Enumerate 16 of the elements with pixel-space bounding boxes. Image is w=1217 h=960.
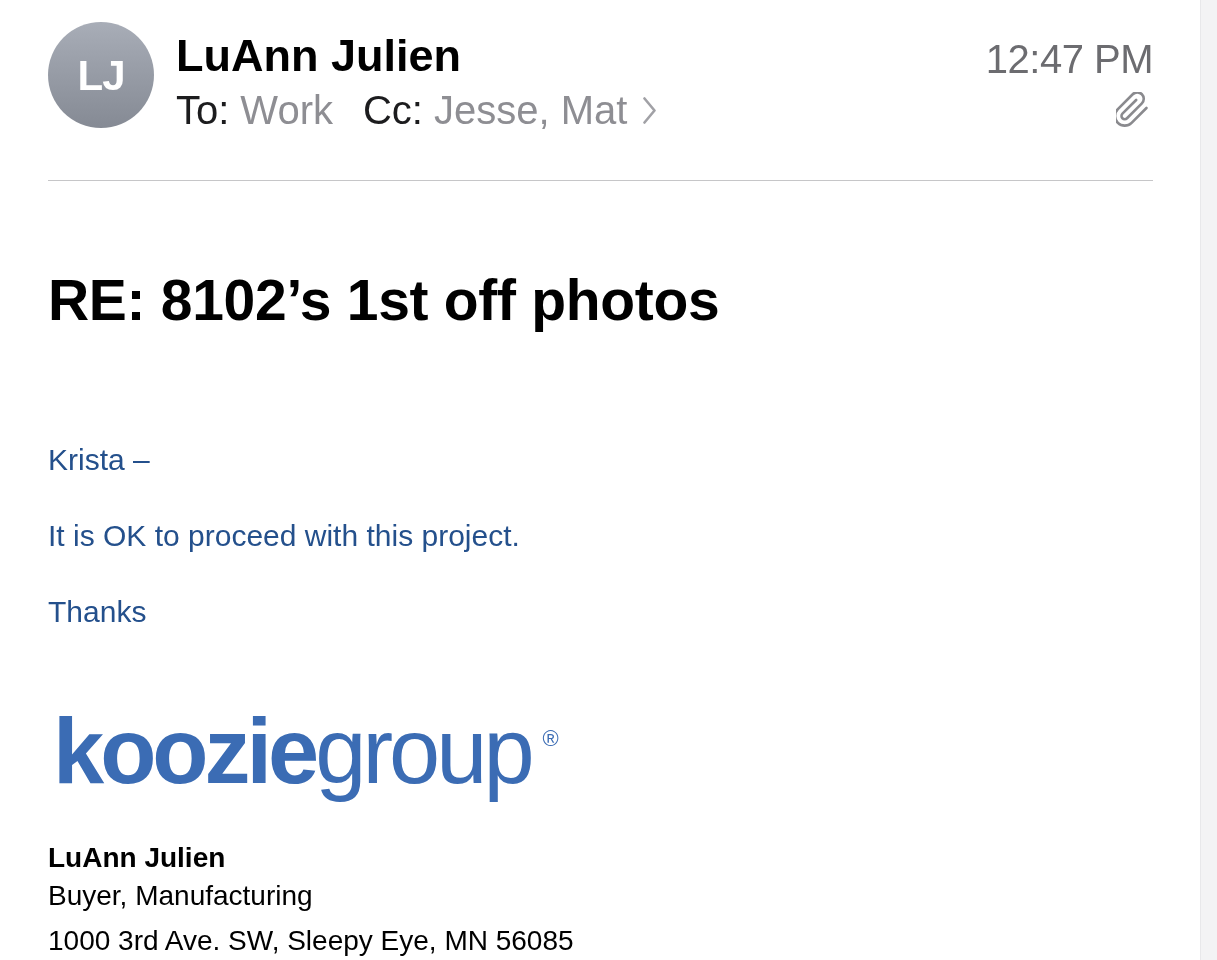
signature-address: 1000 3rd Ave. SW, Sleepy Eye, MN 56085 — [48, 924, 575, 958]
to-label: To: — [176, 87, 230, 133]
cc-label: Cc: — [362, 87, 423, 133]
chevron-right-icon[interactable] — [643, 96, 657, 124]
sender-name: LuAnn Julien — [176, 31, 462, 81]
body-paragraph: Thanks — [48, 594, 148, 630]
signature-title: Buyer, Manufacturing — [48, 879, 314, 913]
body-paragraph: It is OK to proceed with this project. — [48, 518, 521, 554]
company-logo: kooziegroup$^{®}$ — [53, 699, 560, 804]
signature-name: LuAnn Julien — [48, 841, 227, 875]
recipient-name: Work — [240, 87, 333, 133]
avatar: LJ — [48, 22, 154, 128]
recipient-name: Jesse, Mat — [433, 87, 628, 133]
body-paragraph: Krista – — [48, 442, 151, 478]
timestamp: 12:47 PM — [985, 36, 1153, 82]
email-subject: RE: 8102’s 1st off photos — [48, 267, 721, 333]
